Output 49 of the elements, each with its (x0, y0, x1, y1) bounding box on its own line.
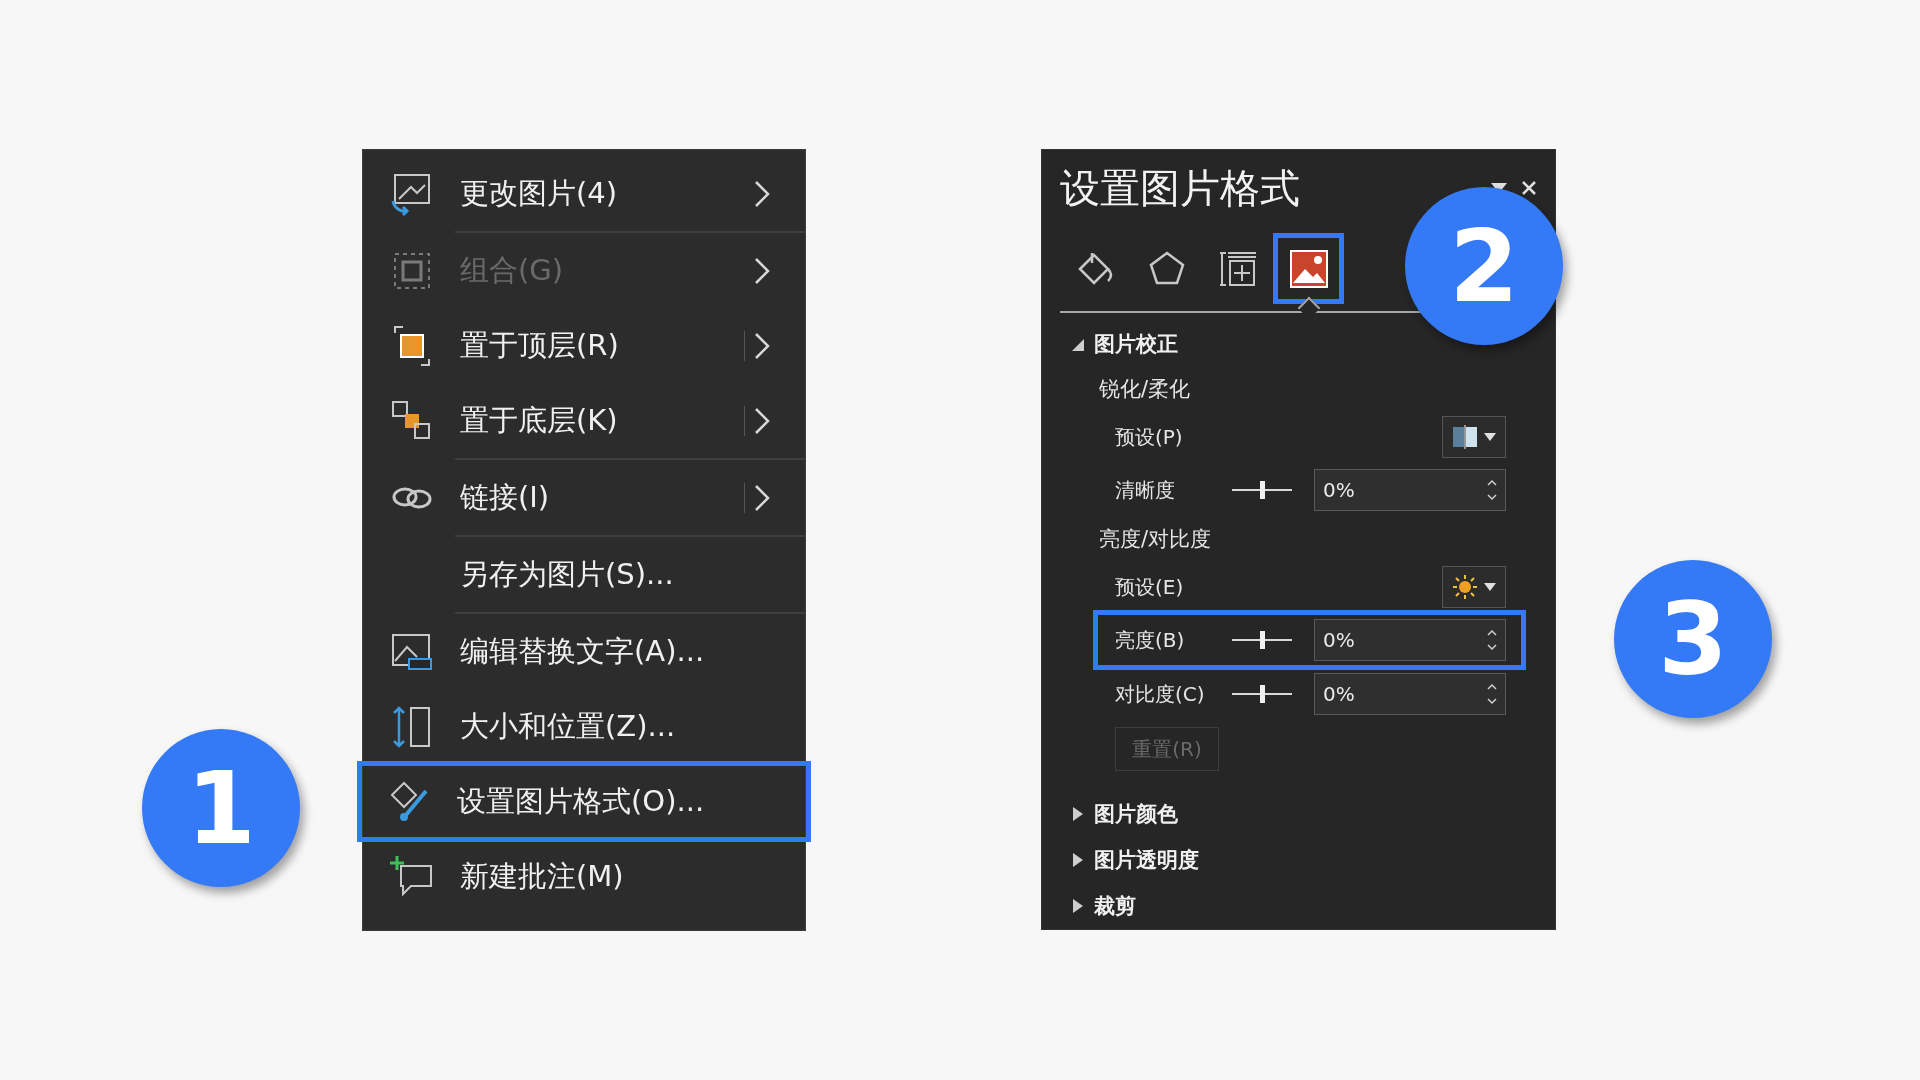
spin-field[interactable]: 0% (1314, 619, 1506, 661)
spin-arrows-icon[interactable] (1487, 681, 1497, 707)
expand-triangle-icon[interactable] (1072, 807, 1084, 821)
chevron-right-icon (753, 330, 771, 361)
chevron-right-icon (753, 255, 771, 286)
menu-item[interactable]: 更改图片(4) (363, 156, 805, 231)
sun-icon (1452, 574, 1478, 600)
menu-item[interactable]: 置于底层(K) (363, 383, 805, 458)
field-label: 预设(P) (1115, 423, 1184, 451)
preset-dropdown[interactable] (1442, 416, 1506, 458)
menu-item[interactable]: 设置图片格式(O)... (360, 764, 808, 839)
menu-item[interactable]: 编辑替换文字(A)... (363, 614, 805, 689)
menu-item[interactable]: 新建批注(M) (363, 839, 805, 914)
menu-item[interactable]: 另存为图片(S)... (363, 537, 805, 612)
chevron-right-icon (753, 178, 771, 209)
slider-thumb[interactable] (1260, 631, 1265, 649)
collapse-triangle-icon[interactable] (1072, 337, 1084, 351)
field-label: 预设(E) (1115, 573, 1185, 601)
step-badge: 1 (142, 729, 300, 887)
expand-triangle-icon[interactable] (1072, 899, 1084, 913)
menu-item[interactable]: 链接(I) (363, 460, 805, 535)
spin-arrows-icon[interactable] (1487, 627, 1497, 653)
pane-title: 设置图片格式 (1060, 163, 1301, 213)
expand-triangle-icon[interactable] (1072, 853, 1084, 867)
caret-icon (1484, 433, 1496, 441)
chevron-right-icon (753, 482, 771, 513)
menu-item[interactable]: 大小和位置(Z)... (363, 689, 805, 764)
field-label: 对比度(C) (1115, 680, 1206, 708)
spin-field[interactable]: 0% (1314, 469, 1506, 511)
spin-arrows-icon[interactable] (1487, 477, 1497, 503)
section-heading[interactable]: 图片校正 (1094, 330, 1178, 358)
sharpen-preview-icon (1452, 425, 1478, 449)
section-heading[interactable]: 图片透明度 (1094, 846, 1199, 874)
section-heading[interactable]: 图片颜色 (1094, 800, 1178, 828)
section-heading[interactable]: 裁剪 (1094, 892, 1136, 920)
menu-item[interactable]: 置于顶层(R) (363, 308, 805, 383)
caret-icon (1484, 583, 1496, 591)
preset-dropdown[interactable] (1442, 566, 1506, 608)
slider-thumb[interactable] (1260, 685, 1265, 703)
close-icon[interactable] (1521, 180, 1537, 196)
field-label: 亮度(B) (1115, 626, 1186, 654)
field-label: 清晰度 (1115, 476, 1176, 504)
step-badge: 3 (1614, 560, 1772, 718)
picture-icon (1288, 248, 1329, 289)
spin-field[interactable]: 0% (1314, 673, 1506, 715)
slider-thumb[interactable] (1260, 481, 1265, 499)
subheading: 锐化/柔化 (1099, 376, 1191, 403)
subheading: 亮度/对比度 (1099, 526, 1212, 553)
chevron-right-icon (753, 405, 771, 436)
